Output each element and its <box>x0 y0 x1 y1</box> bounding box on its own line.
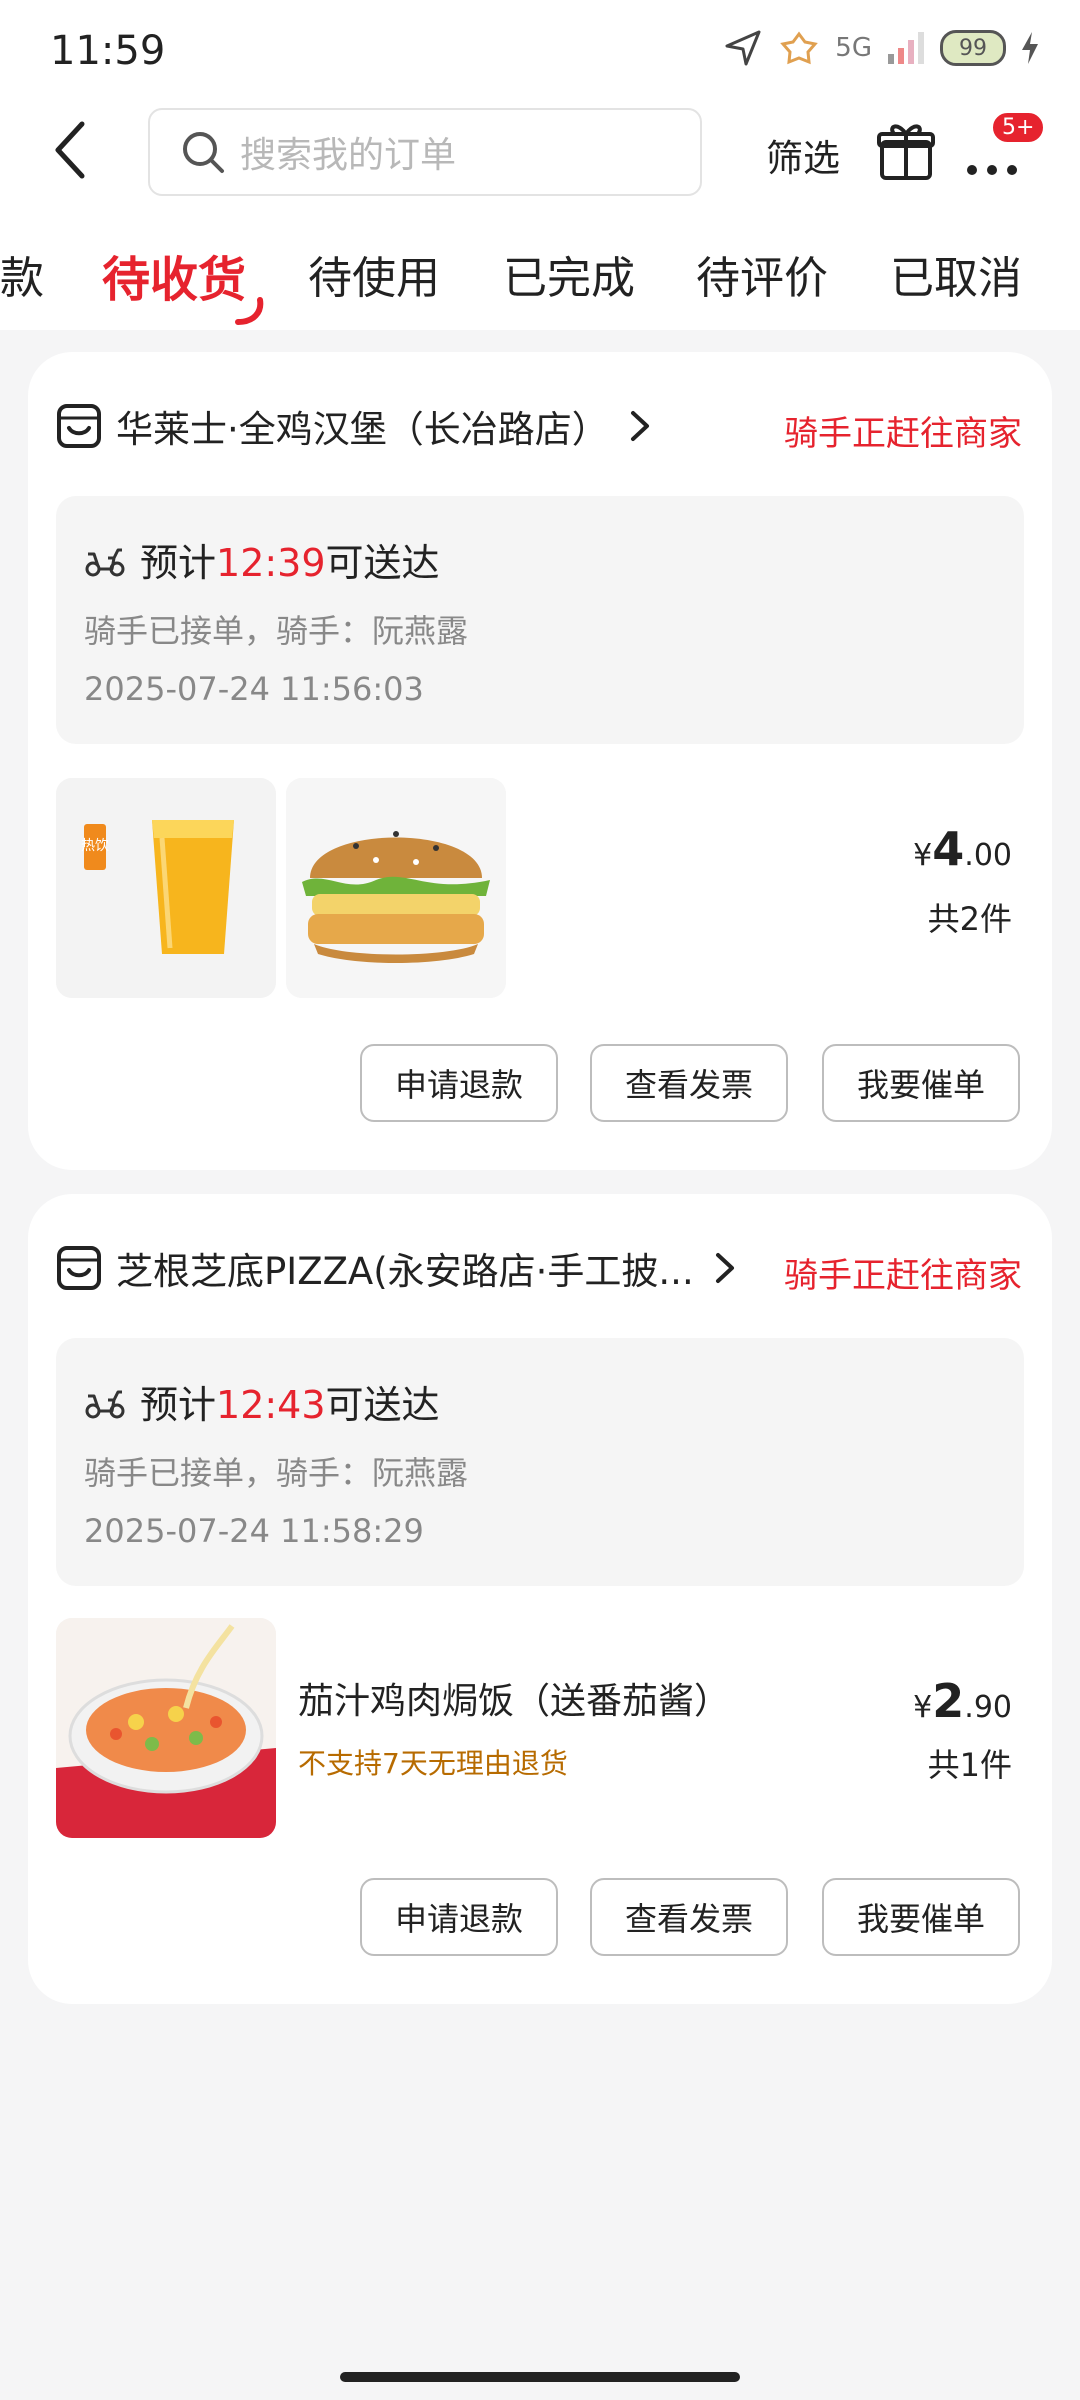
eta-row: 预计12:43可送达 <box>84 1374 440 1429</box>
order-card[interactable]: 华莱士·全鸡汉堡（长冶路店） 骑手正赶往商家 预计12:39可送达 骑手已接单，… <box>28 352 1052 1170</box>
item-return-note: 不支持7天无理由退货 <box>298 1747 568 1780</box>
order-card[interactable]: 芝根芝底PIZZA(永安路店·手工披... 骑手正赶往商家 预计12:43可送达… <box>28 1194 1052 2004</box>
active-tab-indicator <box>235 297 264 325</box>
burger-illustration <box>286 778 506 998</box>
order-status: 骑手正赶往商家 <box>784 1256 1022 1296</box>
urge-order-button[interactable]: 我要催单 <box>822 1878 1020 1956</box>
status-time: 11:59 <box>50 28 166 74</box>
eta-suffix: 可送达 <box>325 541 440 585</box>
rider-info: 骑手已接单，骑手：阮燕露 <box>84 1454 469 1492</box>
product-image-burger[interactable] <box>286 778 506 998</box>
item-count: 共1件 <box>927 1746 1012 1784</box>
back-button[interactable] <box>40 118 100 182</box>
order-time: 2025-07-24 11:56:03 <box>84 670 424 708</box>
scooter-icon <box>85 548 125 576</box>
battery-level: 99 <box>959 35 987 61</box>
eta-suffix: 可送达 <box>325 1383 440 1427</box>
eta-time: 12:39 <box>216 541 326 585</box>
price-symbol: ¥ <box>913 838 933 873</box>
eta-time: 12:43 <box>216 1383 326 1427</box>
search-placeholder: 搜索我的订单 <box>240 135 457 176</box>
eta-text: 预计12:39可送达 <box>140 532 440 587</box>
view-invoice-button[interactable]: 查看发票 <box>590 1044 788 1122</box>
search-input[interactable]: 搜索我的订单 <box>148 108 702 196</box>
view-invoice-button[interactable]: 查看发票 <box>590 1878 788 1956</box>
charging-icon <box>1022 32 1038 64</box>
price-integer: 4 <box>932 822 965 876</box>
eta-prefix: 预计 <box>140 541 217 585</box>
eta-text: 预计12:43可送达 <box>140 1374 440 1429</box>
status-bar: 11:59 5G 99 <box>0 0 1080 100</box>
network-type: 5G <box>835 33 872 63</box>
drink-illustration: 热饮 <box>56 778 276 998</box>
status-icons: 5G 99 <box>723 28 1040 68</box>
chevron-right-icon <box>715 1253 734 1283</box>
shop-name: 华莱士·全鸡汉堡（长冶路店） <box>116 408 609 451</box>
delivery-info: 预计12:39可送达 骑手已接单，骑手：阮燕露 2025-07-24 11:56… <box>56 496 1024 744</box>
item-title: 茄汁鸡肉焗饭（送番茄酱） <box>298 1681 731 1722</box>
store-icon <box>57 1246 101 1290</box>
request-refund-button[interactable]: 申请退款 <box>360 1878 558 1956</box>
tab-completed[interactable]: 已完成 <box>503 242 635 306</box>
product-image-drink[interactable]: 热饮 <box>56 778 276 998</box>
delivery-info: 预计12:43可送达 骑手已接单，骑手：阮燕露 2025-07-24 11:58… <box>56 1338 1024 1586</box>
hotspot-icon <box>780 31 819 65</box>
signal-icon <box>888 32 924 64</box>
header: 搜索我的订单 筛选 5+ <box>0 100 1080 200</box>
urge-order-button[interactable]: 我要催单 <box>822 1044 1020 1122</box>
eta-prefix: 预计 <box>140 1383 217 1427</box>
order-price: ¥4.00 <box>913 822 1012 876</box>
gift-icon[interactable] <box>876 118 936 182</box>
product-image-baked-rice[interactable] <box>56 1618 276 1838</box>
tab-refund[interactable]: 款 <box>0 242 44 306</box>
price-decimal: .90 <box>964 1690 1012 1725</box>
tab-pending-review[interactable]: 待评价 <box>696 242 828 306</box>
notification-badge: 5+ <box>990 110 1047 145</box>
chevron-left-icon <box>55 121 85 179</box>
tab-pending-use[interactable]: 待使用 <box>308 242 440 306</box>
battery-icon: 99 <box>940 30 1006 66</box>
order-status: 骑手正赶往商家 <box>784 414 1022 454</box>
order-tabs: 款 待收货 待使用 已完成 待评价 已取消 <box>0 200 1080 330</box>
price-integer: 2 <box>932 1674 965 1728</box>
item-count: 共2件 <box>927 900 1012 938</box>
price-decimal: .00 <box>964 838 1012 873</box>
location-icon <box>725 30 761 66</box>
request-refund-button[interactable]: 申请退款 <box>360 1044 558 1122</box>
order-time: 2025-07-24 11:58:29 <box>84 1512 424 1550</box>
search-icon <box>183 132 224 173</box>
price-symbol: ¥ <box>913 1690 933 1725</box>
store-icon <box>57 404 101 448</box>
eta-row: 预计12:39可送达 <box>84 532 440 587</box>
home-indicator[interactable] <box>340 2372 740 2382</box>
rider-info: 骑手已接单，骑手：阮燕露 <box>84 612 469 650</box>
baked-rice-illustration <box>56 1618 276 1838</box>
hot-drink-label: 热饮 <box>81 838 109 854</box>
order-price: ¥2.90 <box>913 1674 1012 1728</box>
scooter-icon <box>85 1390 125 1418</box>
filter-button[interactable]: 筛选 <box>766 128 840 182</box>
tab-pending-receipt[interactable]: 待收货 <box>102 240 246 310</box>
shop-name: 芝根芝底PIZZA(永安路店·手工披... <box>116 1250 694 1293</box>
chevron-right-icon <box>630 411 649 441</box>
tab-cancelled[interactable]: 已取消 <box>890 242 1022 306</box>
